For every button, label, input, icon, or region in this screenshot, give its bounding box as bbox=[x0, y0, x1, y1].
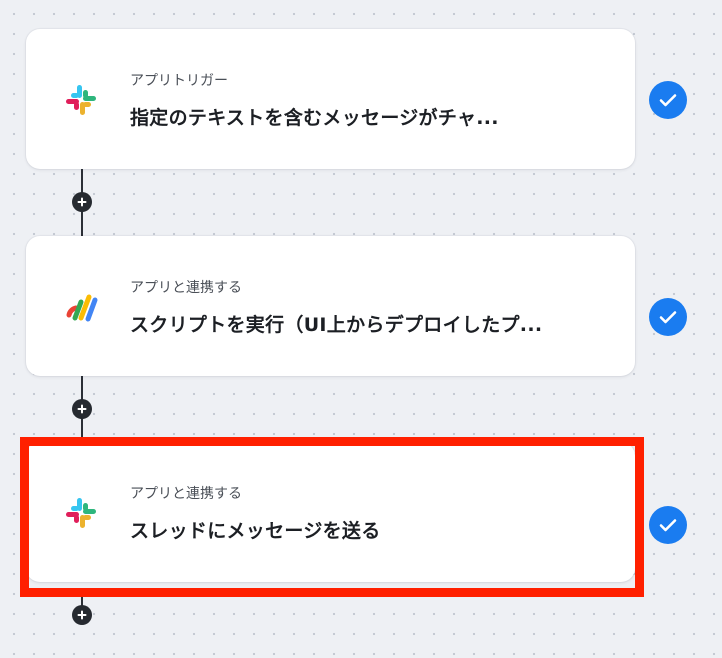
step-type-label: アプリトリガー bbox=[130, 73, 228, 89]
add-step-button[interactable] bbox=[72, 605, 92, 625]
plus-icon bbox=[77, 197, 87, 207]
step-title: 指定のテキストを含むメッセージがチャ... bbox=[130, 107, 499, 129]
step-title: スクリプトを実行（UI上からデプロイしたプ... bbox=[130, 314, 543, 336]
flow-step-card-trigger[interactable]: アプリトリガー 指定のテキストを含むメッセージがチャ... bbox=[26, 29, 635, 169]
slack-icon bbox=[62, 81, 100, 119]
step-completed-badge bbox=[649, 298, 687, 336]
checkmark-icon bbox=[659, 94, 677, 107]
add-step-button[interactable] bbox=[72, 192, 92, 212]
flow-step-card-action[interactable]: アプリと連携する スクリプトを実行（UI上からデプロイしたプ... bbox=[26, 236, 635, 376]
add-step-button[interactable] bbox=[72, 399, 92, 419]
slack-icon bbox=[62, 494, 100, 532]
flow-step-card-action[interactable]: アプリと連携する スレッドにメッセージを送る bbox=[26, 442, 635, 582]
step-completed-badge bbox=[649, 81, 687, 119]
step-type-label: アプリと連携する bbox=[130, 280, 242, 296]
step-completed-badge bbox=[649, 506, 687, 544]
plus-icon bbox=[77, 610, 87, 620]
checkmark-icon bbox=[659, 311, 677, 324]
step-title: スレッドにメッセージを送る bbox=[130, 520, 381, 542]
plus-icon bbox=[77, 404, 87, 414]
checkmark-icon bbox=[659, 519, 677, 532]
step-type-label: アプリと連携する bbox=[130, 486, 242, 502]
google-apps-script-icon bbox=[62, 288, 100, 326]
